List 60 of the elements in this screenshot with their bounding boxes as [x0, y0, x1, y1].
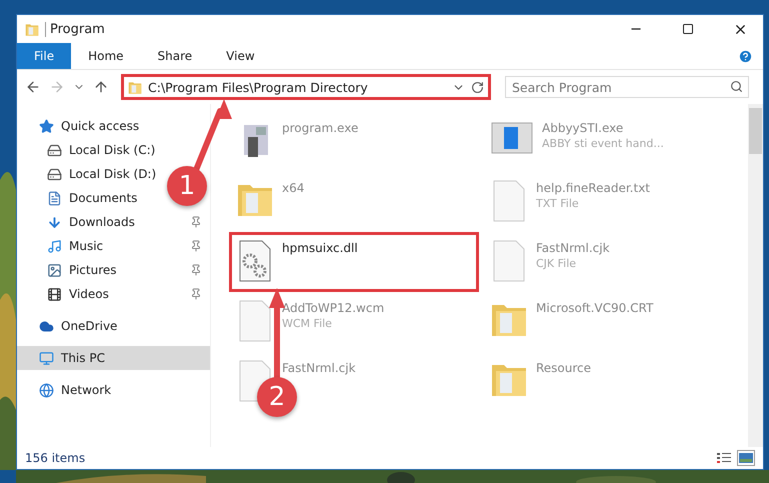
ribbon-tab[interactable]: File	[17, 43, 72, 69]
ribbon-tab[interactable]: Home	[71, 43, 141, 69]
film-icon	[47, 286, 62, 302]
pin-icon[interactable]	[190, 264, 202, 276]
file-name[interactable]: FastNrml.cjk	[536, 241, 610, 255]
file-name[interactable]: program.exe	[282, 121, 358, 135]
scrollbar[interactable]	[748, 104, 763, 447]
file-name[interactable]: AbbyySTI.exe	[542, 121, 664, 135]
large-icons-view-button[interactable]	[737, 450, 755, 466]
drive-icon	[47, 166, 62, 182]
maximize-icon	[682, 23, 694, 35]
ribbon-tab[interactable]: Share	[140, 43, 210, 69]
sidebar-item[interactable]: OneDrive	[17, 314, 126, 338]
sidebar-item[interactable]: Local Disk (D:)	[17, 162, 164, 186]
window-title: Program	[45, 22, 607, 36]
file-type: WCM File	[282, 317, 333, 330]
sidebar-item[interactable]: Music	[17, 234, 210, 258]
sidebar-item[interactable]: Pictures	[17, 258, 210, 282]
sidebar-item[interactable]: Network	[17, 378, 120, 402]
picture-icon	[47, 262, 62, 278]
sidebar-item[interactable]: Downloads	[17, 210, 210, 234]
download-icon	[47, 214, 62, 230]
sidebar-item[interactable]: Quick access	[17, 114, 148, 138]
file-name[interactable]: Microsoft.VC90.CRT	[536, 301, 654, 315]
file-name[interactable]: x64	[282, 181, 304, 195]
file-name[interactable]: Resource	[536, 361, 592, 375]
up-icon[interactable]	[93, 79, 109, 95]
pin-icon[interactable]	[190, 216, 202, 228]
file-name[interactable]: FastNrml.cjk	[282, 361, 356, 375]
back-icon[interactable]	[25, 79, 41, 95]
help-icon[interactable]	[738, 48, 753, 64]
file-type: TXT File	[536, 197, 580, 210]
folder-icon	[128, 80, 142, 94]
ribbon-tab[interactable]: View	[209, 43, 272, 69]
selected-file-item[interactable]: hpmsuixc.dll	[229, 232, 479, 292]
pin-icon[interactable]	[190, 240, 202, 252]
document-icon	[47, 190, 62, 206]
file-name[interactable]: hpmsuixc.dll	[282, 241, 358, 255]
details-view-button[interactable]	[715, 450, 733, 466]
star-icon	[39, 118, 54, 134]
drive-icon	[47, 142, 62, 158]
music-icon	[47, 238, 62, 254]
search-icon	[730, 80, 743, 93]
folder-icon	[25, 22, 39, 36]
sidebar-item[interactable]: Documents	[17, 186, 146, 210]
file-type: CJK File	[536, 257, 578, 270]
monitor-icon	[39, 350, 54, 366]
sidebar-item[interactable]: Videos	[17, 282, 210, 306]
address-bar[interactable]: C:\Program Files\Program Directory	[121, 74, 491, 100]
item-count: 156 items	[25, 451, 86, 465]
file-name[interactable]: help.fineReader.txt	[536, 181, 650, 195]
sidebar-item[interactable]: This PC	[17, 346, 210, 370]
cloud-icon	[39, 318, 54, 334]
file-type: ABBY sti event hand...	[542, 137, 664, 150]
file-name[interactable]: AddToWP12.wcm	[282, 301, 384, 315]
sidebar-item[interactable]: Local Disk (C:)	[17, 138, 164, 162]
refresh-icon[interactable]	[471, 80, 484, 94]
search-field[interactable]: Search Program	[505, 76, 749, 98]
pin-icon[interactable]	[190, 288, 202, 300]
network-icon	[39, 382, 54, 398]
